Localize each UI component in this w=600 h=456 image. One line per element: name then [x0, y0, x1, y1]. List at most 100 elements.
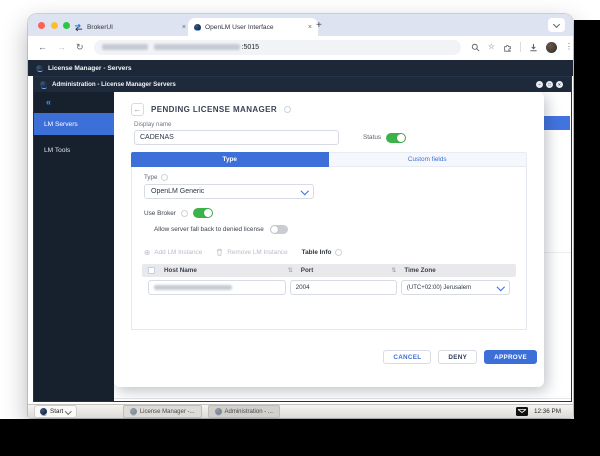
back-icon[interactable]: ← — [38, 42, 47, 52]
outer-app-titlebar: License Manager - Servers — [28, 60, 573, 76]
minimize-icon[interactable]: – — [536, 81, 543, 88]
browser-window: BrokerUI × OpenLM User Interface × + ← →… — [28, 14, 573, 418]
brokerui-favicon — [74, 23, 83, 32]
tab-custom-fields[interactable]: Custom fields — [329, 152, 528, 167]
table-header: Host Name ⇅ Port ⇅ Time Zone — [142, 264, 516, 277]
admin-window-titlebar: Administration - License Manager Servers… — [34, 77, 571, 92]
select-all-checkbox[interactable] — [148, 267, 155, 274]
backdrop-right — [574, 20, 600, 456]
close-window-button[interactable] — [38, 22, 45, 29]
type-select-value: OpenLM Generic — [151, 188, 204, 195]
port-value: 2004 — [296, 284, 310, 291]
sidebar-collapse-icon[interactable]: « — [34, 92, 114, 107]
tab-type[interactable]: Type — [131, 152, 329, 167]
type-select[interactable]: OpenLM Generic — [144, 184, 314, 199]
remove-lm-instance-label: Remove LM Instance — [227, 249, 287, 256]
tab-close-icon[interactable]: × — [182, 24, 186, 31]
taskbar-item-icon — [130, 408, 137, 415]
openlm-logo-icon — [40, 81, 47, 88]
taskbar: Start License Manager -... Administratio… — [28, 404, 573, 418]
use-broker-row: Use Broker — [144, 208, 213, 218]
column-port[interactable]: Port ⇅ — [301, 267, 405, 274]
taskbar-item-label: Administration - ... — [225, 409, 273, 415]
admin-window: Administration - License Manager Servers… — [33, 76, 572, 402]
extensions-icon[interactable] — [503, 43, 512, 52]
tab-brokerui[interactable]: BrokerUI × — [68, 18, 192, 36]
info-icon[interactable] — [161, 174, 168, 181]
bookmark-star-icon[interactable]: ☆ — [488, 43, 495, 51]
toolbar-divider — [520, 42, 521, 52]
envelope-icon[interactable] — [516, 407, 528, 416]
search-icon[interactable] — [471, 43, 480, 52]
use-broker-toggle[interactable] — [193, 208, 213, 218]
status-toggle[interactable] — [386, 133, 406, 143]
info-icon[interactable] — [181, 210, 188, 217]
cancel-button[interactable]: CANCEL — [383, 350, 431, 364]
tab-search-button[interactable] — [548, 18, 565, 32]
display-name-input[interactable] — [134, 130, 339, 145]
forward-icon[interactable]: → — [57, 42, 66, 52]
deny-button[interactable]: DENY — [438, 350, 477, 364]
host-name-input[interactable] — [148, 280, 286, 295]
menu-kebab-icon[interactable]: ⋮ — [565, 43, 573, 51]
taskbar-item-administration[interactable]: Administration - ... — [208, 405, 280, 418]
column-time-zone[interactable]: Time Zone — [404, 267, 510, 274]
sort-icon[interactable]: ⇅ — [288, 267, 293, 274]
minimize-window-button[interactable] — [51, 22, 58, 29]
pending-license-manager-panel: ← PENDING LICENSE MANAGER Display name S… — [114, 92, 544, 387]
download-icon[interactable] — [529, 43, 538, 52]
redacted-url-segment — [102, 44, 148, 50]
info-icon[interactable] — [335, 249, 342, 256]
modal-title: PENDING LICENSE MANAGER — [151, 105, 277, 114]
status-field: Status — [363, 133, 406, 143]
close-icon[interactable]: × — [556, 81, 563, 88]
chevron-down-icon — [497, 283, 505, 291]
add-lm-instance-button[interactable]: ⊕ Add LM Instance — [144, 249, 202, 256]
column-host-name[interactable]: Host Name ⇅ — [162, 267, 301, 274]
reload-icon[interactable]: ↻ — [76, 42, 84, 53]
modal-tabs: Type Custom fields — [131, 152, 527, 167]
start-button[interactable]: Start — [34, 405, 77, 418]
address-bar[interactable]: :5015 — [94, 40, 461, 55]
toolbar-right-icons: ☆ ⋮ — [471, 42, 573, 53]
background-divider — [114, 398, 571, 399]
type-label-row: Type — [144, 174, 168, 181]
fallback-row: Allow server fall back to denied license — [154, 225, 288, 234]
column-label: Time Zone — [404, 267, 435, 274]
port-input[interactable]: 2004 — [290, 280, 397, 295]
browser-toolbar: ← → ↻ :5015 ☆ ⋮ — [28, 36, 573, 59]
display-name-label: Display name — [134, 121, 172, 128]
info-icon[interactable] — [284, 106, 291, 113]
backdrop-bottom — [0, 419, 600, 456]
macos-traffic-lights — [38, 22, 70, 29]
modal-footer: CANCEL DENY APPROVE — [383, 350, 537, 364]
taskbar-item-license-manager[interactable]: License Manager -... — [123, 405, 202, 418]
tab-close-icon[interactable]: × — [308, 24, 312, 31]
trash-icon — [216, 248, 223, 256]
taskbar-item-icon — [215, 408, 222, 415]
profile-avatar[interactable] — [546, 42, 557, 53]
taskbar-clock: 12:36 PM — [534, 408, 561, 415]
sidebar-item-lm-servers[interactable]: LM Servers — [34, 113, 114, 135]
sidebar-item-lm-tools[interactable]: LM Tools — [34, 139, 114, 161]
tab-label: OpenLM User Interface — [205, 24, 304, 31]
url-port-text: :5015 — [242, 44, 260, 51]
sort-icon[interactable]: ⇅ — [391, 267, 396, 274]
approve-button[interactable]: APPROVE — [484, 350, 537, 364]
tab-label: Custom fields — [408, 156, 447, 163]
content-area: ← PENDING LICENSE MANAGER Display name S… — [114, 92, 571, 401]
start-logo-icon — [40, 408, 47, 415]
page-viewport: License Manager - Servers Administration… — [28, 58, 573, 418]
new-tab-button[interactable]: + — [316, 20, 322, 32]
outer-app-title: License Manager - Servers — [48, 65, 132, 72]
admin-window-title: Administration - License Manager Servers — [52, 81, 531, 88]
back-button[interactable]: ← — [131, 103, 144, 116]
tab-label: Type — [223, 156, 237, 163]
table-info: Table Info — [302, 249, 343, 256]
tab-openlm[interactable]: OpenLM User Interface × — [188, 18, 318, 36]
fallback-toggle[interactable] — [270, 225, 288, 234]
time-zone-select[interactable]: (UTC+02:00) Jerusalem — [401, 280, 510, 295]
tab-label: BrokerUI — [87, 24, 178, 31]
maximize-icon[interactable]: □ — [546, 81, 553, 88]
remove-lm-instance-button[interactable]: Remove LM Instance — [216, 248, 287, 256]
